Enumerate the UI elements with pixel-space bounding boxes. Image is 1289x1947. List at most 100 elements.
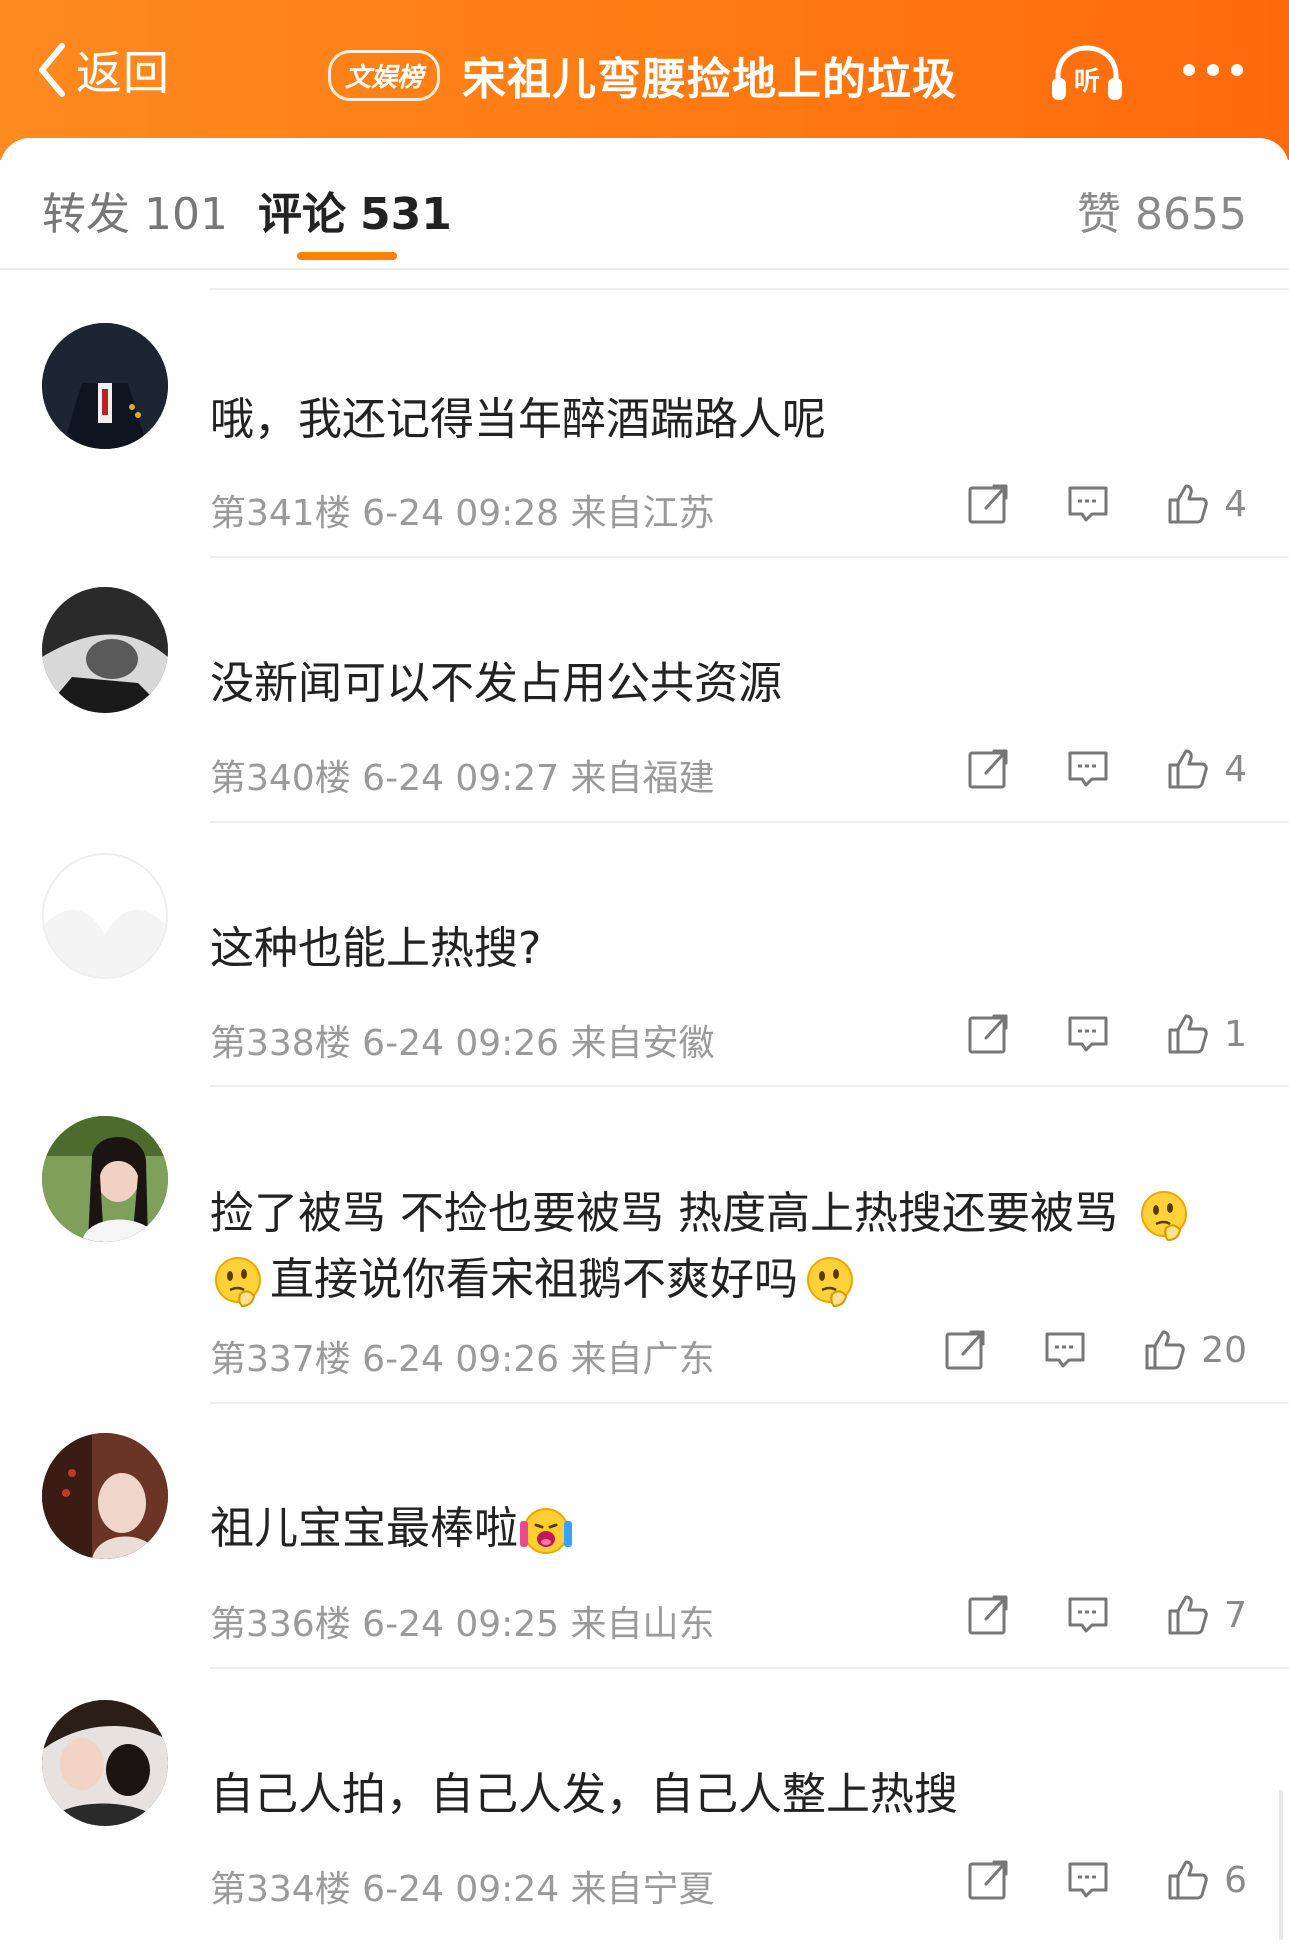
comment-actions: 6 [966,1858,1247,1902]
reply-button[interactable] [1066,482,1110,526]
reply-button[interactable] [1066,1012,1110,1056]
avatar[interactable] [42,1116,168,1242]
divider [210,821,1289,823]
divider [210,556,1289,558]
divider [210,1667,1289,1669]
comment-floor: 第336楼 [210,1604,351,1645]
tab-like[interactable]: 赞 8655 [1077,178,1247,242]
share-icon [966,1012,1010,1056]
listen-headphones-icon[interactable]: 听 [1048,42,1126,106]
comment-actions: 7 [966,1593,1247,1637]
comment-floor: 第341楼 [210,493,351,534]
like-count: 20 [1201,1329,1247,1371]
like-button[interactable]: 4 [1166,747,1247,791]
top-bar: 返回 文娱榜 宋祖儿弯腰捡地上的垃圾 听 [0,0,1289,160]
page-title-group: 文娱榜 宋祖儿弯腰捡地上的垃圾 [328,44,957,106]
thumbs-up-icon [1166,482,1210,526]
like-button[interactable]: 1 [1166,1012,1247,1056]
comment-floor: 第338楼 [210,1023,351,1064]
reply-button[interactable] [1066,1593,1110,1637]
comment-time: 6-24 09:27 [362,758,560,799]
comment-actions: 4 [966,747,1247,791]
tab-forward[interactable]: 转发 101 [42,178,228,242]
like-button[interactable]: 6 [1166,1858,1247,1902]
tab-like-label: 赞 [1077,189,1122,240]
share-button[interactable] [966,482,1010,526]
comment-text: 这种也能上热搜? [210,923,542,974]
screaming-face-emoji-icon [518,1503,574,1559]
like-count: 6 [1224,1859,1247,1901]
share-button[interactable] [943,1328,987,1372]
like-button[interactable]: 20 [1143,1328,1247,1372]
comment-actions: 20 [943,1328,1247,1372]
thinking-face-emoji-icon [802,1254,858,1310]
listen-label: 听 [1074,67,1100,97]
avatar[interactable] [42,853,168,979]
tab-forward-label: 转发 [42,189,130,240]
reply-icon [1066,747,1110,791]
comment-text-part: 祖儿宝宝最棒啦 [210,1503,518,1554]
comment-text: 捡了被骂 不捡也要被骂 热度高上热搜还要被骂 直接说你看宋祖鹅不爽好吗 [210,1181,1250,1313]
comment-meta: 第334楼 6-24 09:24 来自宁夏 [210,1860,715,1912]
page-title: 宋祖儿弯腰捡地上的垃圾 [462,54,958,105]
comment-text: 自己人拍，自己人发，自己人整上热搜 [210,1769,958,1820]
back-label: 返回 [76,46,170,100]
reply-button[interactable] [1066,747,1110,791]
tab-like-count: 8655 [1135,189,1247,240]
share-button[interactable] [966,747,1010,791]
comment-time: 6-24 09:25 [362,1604,560,1645]
like-count: 4 [1224,483,1247,525]
reply-icon [1066,1858,1110,1902]
comment-meta: 第340楼 6-24 09:27 来自福建 [210,749,715,801]
share-icon [966,1593,1010,1637]
comment-meta: 第338楼 6-24 09:26 来自安徽 [210,1014,715,1066]
comment-floor: 第337楼 [210,1339,351,1380]
avatar[interactable] [42,323,168,449]
thinking-face-emoji-icon [210,1254,266,1310]
like-button[interactable]: 4 [1166,482,1247,526]
thumbs-up-icon [1166,747,1210,791]
thumbs-up-icon [1166,1012,1210,1056]
comment-location: 来自福建 [570,758,715,799]
like-count: 4 [1224,748,1247,790]
comment-text: 哦，我还记得当年醉酒踹路人呢 [210,394,826,445]
share-button[interactable] [966,1012,1010,1056]
thinking-face-emoji-icon [1136,1188,1192,1244]
share-button[interactable] [966,1593,1010,1637]
avatar[interactable] [42,1433,168,1559]
comment-meta: 第336楼 6-24 09:25 来自山东 [210,1595,715,1647]
tab-comment[interactable]: 评论 531 [258,178,452,242]
thumbs-up-icon [1143,1328,1187,1372]
avatar[interactable] [42,587,168,713]
divider [210,1402,1289,1404]
reply-icon [1066,482,1110,526]
chevron-left-icon [39,43,65,97]
comment-floor: 第334楼 [210,1869,351,1910]
reply-button[interactable] [1043,1328,1087,1372]
reply-icon [1066,1593,1110,1637]
comment-meta: 第337楼 6-24 09:26 来自广东 [210,1330,715,1382]
comment-actions: 4 [966,482,1247,526]
share-icon [966,482,1010,526]
like-button[interactable]: 7 [1166,1593,1247,1637]
comment-location: 来自山东 [570,1604,715,1645]
reply-button[interactable] [1066,1858,1110,1902]
comment-text: 祖儿宝宝最棒啦 [210,1496,1250,1562]
share-icon [943,1328,987,1372]
comment-location: 来自江苏 [570,493,715,534]
comment-location: 来自广东 [570,1339,715,1380]
comment-text-part: 直接说你看宋祖鹅不爽好吗 [270,1254,798,1305]
divider [210,288,1289,290]
share-button[interactable] [966,1858,1010,1902]
ranking-tag-badge[interactable]: 文娱榜 [328,49,441,101]
avatar[interactable] [42,1700,168,1826]
comment-time: 6-24 09:28 [362,493,560,534]
scrollbar[interactable] [1279,1790,1283,1940]
thumbs-up-icon [1166,1593,1210,1637]
comment-text: 没新闻可以不发占用公共资源 [210,658,782,709]
back-button[interactable]: 返回 [34,38,170,102]
more-options-icon[interactable] [1180,52,1246,88]
reply-icon [1066,1012,1110,1056]
share-icon [966,1858,1010,1902]
reply-icon [1043,1328,1087,1372]
